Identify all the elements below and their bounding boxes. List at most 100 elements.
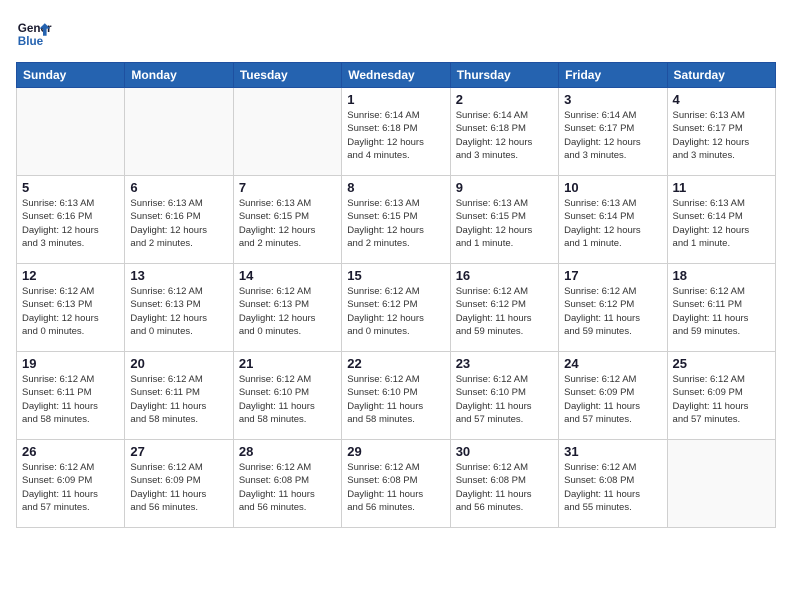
day-number: 10 bbox=[564, 180, 661, 195]
day-number: 17 bbox=[564, 268, 661, 283]
day-cell-5: 5 Sunrise: 6:13 AM Sunset: 6:16 PM Daylig… bbox=[17, 176, 125, 264]
day-cell-29: 29Sunrise: 6:12 AM Sunset: 6:08 PM Dayli… bbox=[342, 440, 450, 528]
empty-cell bbox=[233, 88, 341, 176]
day-detail: Sunrise: 6:12 AM Sunset: 6:13 PM Dayligh… bbox=[239, 285, 336, 338]
day-detail: Sunrise: 6:12 AM Sunset: 6:08 PM Dayligh… bbox=[456, 461, 553, 514]
day-detail: Sunrise: 6:12 AM Sunset: 6:11 PM Dayligh… bbox=[673, 285, 770, 338]
day-cell-7: 7 Sunrise: 6:13 AM Sunset: 6:15 PM Daylig… bbox=[233, 176, 341, 264]
day-number: 22 bbox=[347, 356, 444, 371]
day-cell-10: 10 Sunrise: 6:13 AM Sunset: 6:14 PM Dayli… bbox=[559, 176, 667, 264]
day-cell-21: 21 Sunrise: 6:12 AM Sunset: 6:10 PM Dayli… bbox=[233, 352, 341, 440]
day-number: 11 bbox=[673, 180, 770, 195]
logo-icon: General Blue bbox=[16, 16, 52, 52]
day-cell-11: 11 Sunrise: 6:13 AM Sunset: 6:14 PM Dayli… bbox=[667, 176, 775, 264]
day-detail: Sunrise: 6:12 AM Sunset: 6:11 PM Dayligh… bbox=[22, 373, 119, 426]
day-detail: Sunrise: 6:13 AM Sunset: 6:16 PM Dayligh… bbox=[22, 197, 119, 250]
day-detail: Sunrise: 6:12 AM Sunset: 6:09 PM Dayligh… bbox=[130, 461, 227, 514]
day-number: 29 bbox=[347, 444, 444, 459]
day-number: 3 bbox=[564, 92, 661, 107]
day-number: 28 bbox=[239, 444, 336, 459]
day-cell-23: 23 Sunrise: 6:12 AM Sunset: 6:10 PM Dayli… bbox=[450, 352, 558, 440]
day-number: 15 bbox=[347, 268, 444, 283]
day-cell-14: 14Sunrise: 6:12 AM Sunset: 6:13 PM Dayli… bbox=[233, 264, 341, 352]
day-detail: Sunrise: 6:13 AM Sunset: 6:17 PM Dayligh… bbox=[673, 109, 770, 162]
day-detail: Sunrise: 6:12 AM Sunset: 6:12 PM Dayligh… bbox=[564, 285, 661, 338]
weekday-header-saturday: Saturday bbox=[667, 63, 775, 88]
day-detail: Sunrise: 6:13 AM Sunset: 6:15 PM Dayligh… bbox=[239, 197, 336, 250]
day-number: 5 bbox=[22, 180, 119, 195]
day-number: 26 bbox=[22, 444, 119, 459]
day-number: 18 bbox=[673, 268, 770, 283]
day-detail: Sunrise: 6:13 AM Sunset: 6:15 PM Dayligh… bbox=[456, 197, 553, 250]
day-number: 21 bbox=[239, 356, 336, 371]
day-detail: Sunrise: 6:12 AM Sunset: 6:10 PM Dayligh… bbox=[456, 373, 553, 426]
day-cell-15: 15 Sunrise: 6:12 AM Sunset: 6:12 PM Dayli… bbox=[342, 264, 450, 352]
day-cell-26: 26 Sunrise: 6:12 AM Sunset: 6:09 PM Dayli… bbox=[17, 440, 125, 528]
day-number: 6 bbox=[130, 180, 227, 195]
day-detail: Sunrise: 6:12 AM Sunset: 6:08 PM Dayligh… bbox=[239, 461, 336, 514]
day-number: 4 bbox=[673, 92, 770, 107]
day-cell-19: 19 Sunrise: 6:12 AM Sunset: 6:11 PM Dayli… bbox=[17, 352, 125, 440]
empty-cell bbox=[125, 88, 233, 176]
day-number: 1 bbox=[347, 92, 444, 107]
day-detail: Sunrise: 6:14 AM Sunset: 6:18 PM Dayligh… bbox=[456, 109, 553, 162]
day-number: 19 bbox=[22, 356, 119, 371]
day-cell-18: 18 Sunrise: 6:12 AM Sunset: 6:11 PM Dayli… bbox=[667, 264, 775, 352]
day-detail: Sunrise: 6:12 AM Sunset: 6:09 PM Dayligh… bbox=[564, 373, 661, 426]
day-cell-6: 6 Sunrise: 6:13 AM Sunset: 6:16 PM Daylig… bbox=[125, 176, 233, 264]
day-detail: Sunrise: 6:12 AM Sunset: 6:13 PM Dayligh… bbox=[130, 285, 227, 338]
day-cell-2: 2 Sunrise: 6:14 AM Sunset: 6:18 PM Daylig… bbox=[450, 88, 558, 176]
day-number: 2 bbox=[456, 92, 553, 107]
weekday-header-tuesday: Tuesday bbox=[233, 63, 341, 88]
day-cell-13: 13 Sunrise: 6:12 AM Sunset: 6:13 PM Dayli… bbox=[125, 264, 233, 352]
day-detail: Sunrise: 6:12 AM Sunset: 6:13 PM Dayligh… bbox=[22, 285, 119, 338]
day-cell-17: 17 Sunrise: 6:12 AM Sunset: 6:12 PM Dayli… bbox=[559, 264, 667, 352]
day-detail: Sunrise: 6:13 AM Sunset: 6:14 PM Dayligh… bbox=[673, 197, 770, 250]
svg-text:General: General bbox=[18, 22, 52, 35]
week-row-1: 1 Sunrise: 6:14 AM Sunset: 6:18 PM Daylig… bbox=[17, 88, 776, 176]
weekday-header-wednesday: Wednesday bbox=[342, 63, 450, 88]
day-cell-16: 16 Sunrise: 6:12 AM Sunset: 6:12 PM Dayli… bbox=[450, 264, 558, 352]
weekday-header-thursday: Thursday bbox=[450, 63, 558, 88]
day-cell-22: 22 Sunrise: 6:12 AM Sunset: 6:10 PM Dayli… bbox=[342, 352, 450, 440]
day-detail: Sunrise: 6:13 AM Sunset: 6:15 PM Dayligh… bbox=[347, 197, 444, 250]
day-number: 12 bbox=[22, 268, 119, 283]
day-number: 23 bbox=[456, 356, 553, 371]
day-number: 7 bbox=[239, 180, 336, 195]
day-cell-31: 31Sunrise: 6:12 AM Sunset: 6:08 PM Dayli… bbox=[559, 440, 667, 528]
weekday-header-friday: Friday bbox=[559, 63, 667, 88]
day-detail: Sunrise: 6:12 AM Sunset: 6:09 PM Dayligh… bbox=[22, 461, 119, 514]
day-detail: Sunrise: 6:12 AM Sunset: 6:09 PM Dayligh… bbox=[673, 373, 770, 426]
week-row-3: 12 Sunrise: 6:12 AM Sunset: 6:13 PM Dayli… bbox=[17, 264, 776, 352]
week-row-5: 26 Sunrise: 6:12 AM Sunset: 6:09 PM Dayli… bbox=[17, 440, 776, 528]
empty-cell bbox=[667, 440, 775, 528]
day-cell-30: 30Sunrise: 6:12 AM Sunset: 6:08 PM Dayli… bbox=[450, 440, 558, 528]
day-number: 8 bbox=[347, 180, 444, 195]
day-cell-12: 12 Sunrise: 6:12 AM Sunset: 6:13 PM Dayli… bbox=[17, 264, 125, 352]
day-number: 25 bbox=[673, 356, 770, 371]
day-detail: Sunrise: 6:12 AM Sunset: 6:11 PM Dayligh… bbox=[130, 373, 227, 426]
day-detail: Sunrise: 6:14 AM Sunset: 6:17 PM Dayligh… bbox=[564, 109, 661, 162]
calendar-table: SundayMondayTuesdayWednesdayThursdayFrid… bbox=[16, 62, 776, 528]
day-detail: Sunrise: 6:12 AM Sunset: 6:10 PM Dayligh… bbox=[239, 373, 336, 426]
day-detail: Sunrise: 6:12 AM Sunset: 6:12 PM Dayligh… bbox=[456, 285, 553, 338]
day-cell-20: 20 Sunrise: 6:12 AM Sunset: 6:11 PM Dayli… bbox=[125, 352, 233, 440]
page-header: General Blue bbox=[16, 16, 776, 52]
day-cell-8: 8 Sunrise: 6:13 AM Sunset: 6:15 PM Daylig… bbox=[342, 176, 450, 264]
day-detail: Sunrise: 6:14 AM Sunset: 6:18 PM Dayligh… bbox=[347, 109, 444, 162]
day-number: 9 bbox=[456, 180, 553, 195]
day-cell-27: 27Sunrise: 6:12 AM Sunset: 6:09 PM Dayli… bbox=[125, 440, 233, 528]
day-number: 13 bbox=[130, 268, 227, 283]
day-detail: Sunrise: 6:12 AM Sunset: 6:10 PM Dayligh… bbox=[347, 373, 444, 426]
day-cell-1: 1 Sunrise: 6:14 AM Sunset: 6:18 PM Daylig… bbox=[342, 88, 450, 176]
svg-text:Blue: Blue bbox=[18, 35, 44, 48]
day-number: 16 bbox=[456, 268, 553, 283]
day-detail: Sunrise: 6:13 AM Sunset: 6:14 PM Dayligh… bbox=[564, 197, 661, 250]
empty-cell bbox=[17, 88, 125, 176]
day-cell-3: 3 Sunrise: 6:14 AM Sunset: 6:17 PM Daylig… bbox=[559, 88, 667, 176]
week-row-4: 19 Sunrise: 6:12 AM Sunset: 6:11 PM Dayli… bbox=[17, 352, 776, 440]
day-detail: Sunrise: 6:13 AM Sunset: 6:16 PM Dayligh… bbox=[130, 197, 227, 250]
day-number: 20 bbox=[130, 356, 227, 371]
day-detail: Sunrise: 6:12 AM Sunset: 6:12 PM Dayligh… bbox=[347, 285, 444, 338]
day-number: 31 bbox=[564, 444, 661, 459]
